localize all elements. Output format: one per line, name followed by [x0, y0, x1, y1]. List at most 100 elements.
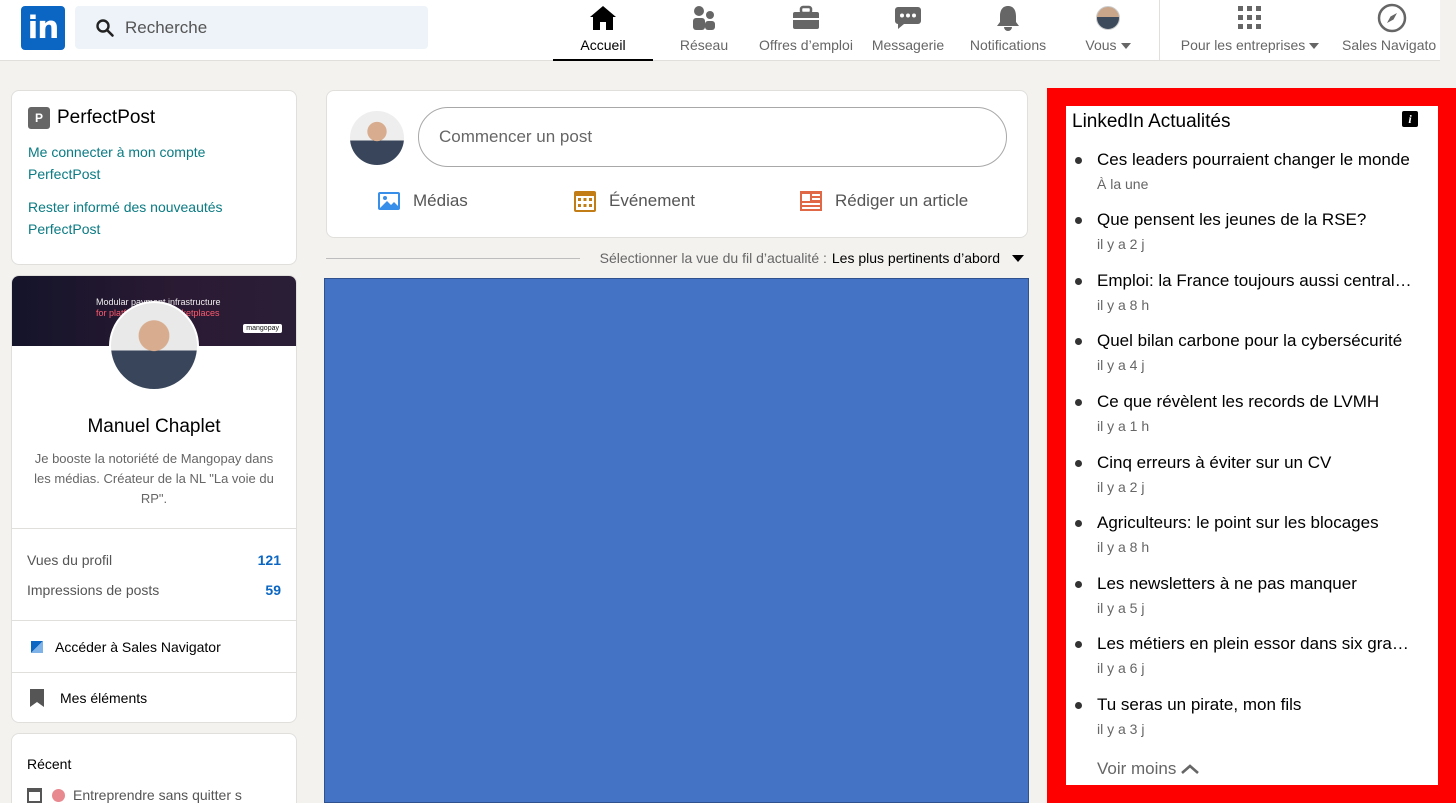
feed-sort-selector[interactable]: Sélectionner la vue du fil d’actualité :…	[326, 248, 1028, 268]
divider	[326, 257, 580, 259]
feed-sort-label: Sélectionner la vue du fil d’actualité :	[599, 250, 827, 266]
compass-icon	[1377, 3, 1407, 33]
perfectpost-login-link[interactable]: Me connecter à mon compte PerfectPost	[28, 141, 280, 185]
calendar-icon	[27, 787, 42, 803]
feed-sort-value: Les plus pertinents d’abord	[831, 250, 1000, 266]
news-headline: Les newsletters à ne pas manquer	[1097, 574, 1357, 593]
nav-for-business[interactable]: Pour les entreprises	[1172, 0, 1328, 61]
nav-home-label: Accueil	[580, 37, 626, 53]
bullet-icon	[1075, 520, 1082, 527]
stat-post-impressions[interactable]: Impressions de posts 59	[27, 582, 281, 598]
sales-navigator-icon	[31, 641, 43, 653]
share-box: Commencer un post Médias Événement Rédig…	[326, 90, 1028, 238]
apps-grid-icon	[1238, 6, 1261, 29]
chevron-up-icon	[1181, 764, 1200, 774]
my-items-link[interactable]: Mes éléments	[27, 689, 147, 707]
bullet-icon	[1075, 581, 1082, 588]
recent-card: Récent Entreprendre sans quitter s	[11, 733, 297, 803]
media-button[interactable]: Médias	[377, 189, 468, 213]
bullet-icon	[1075, 460, 1082, 467]
profile-headline: Je booste la notoriété de Mangopay dans …	[34, 451, 274, 506]
recent-item[interactable]: Entreprendre sans quitter s	[27, 787, 281, 803]
perfectpost-logo-icon: P	[28, 107, 50, 129]
news-title: LinkedIn Actualités	[1072, 111, 1231, 132]
write-article-button[interactable]: Rédiger un article	[799, 189, 968, 213]
news-headline: Que pensent les jeunes de la RSE?	[1097, 210, 1367, 229]
news-item[interactable]: Ces leaders pourraient changer le monde …	[1075, 150, 1420, 192]
divider	[12, 528, 296, 529]
perfectpost-title: PerfectPost	[57, 107, 156, 128]
bullet-icon	[1075, 157, 1082, 164]
banner-brand-tag: mangopay	[243, 324, 282, 333]
bookmark-icon	[30, 689, 44, 707]
nav-sales-navigator-label: Sales Navigato	[1342, 37, 1437, 53]
news-item[interactable]: Quel bilan carbone pour la cybersécurité…	[1075, 331, 1420, 373]
news-headline: Agriculteurs: le point sur les blocages	[1097, 513, 1379, 532]
divider	[12, 620, 296, 621]
stat-label: Vues du profil	[27, 552, 113, 568]
profile-card: Modular payment infrastructure for platf…	[11, 275, 297, 723]
news-headline: Les métiers en plein essor dans six gran…	[1097, 634, 1412, 653]
news-item[interactable]: Emploi: la France toujours aussi central…	[1075, 271, 1420, 313]
profile-name[interactable]: Manuel Chaplet	[12, 416, 296, 438]
news-item[interactable]: Que pensent les jeunes de la RSE? il y a…	[1075, 210, 1420, 252]
event-button[interactable]: Événement	[573, 189, 695, 213]
search-bar[interactable]	[75, 6, 428, 49]
event-label: Événement	[609, 191, 695, 210]
recent-title: Récent	[27, 756, 72, 772]
nav-messaging[interactable]: Messagerie	[869, 0, 947, 61]
news-headline: Cinq erreurs à éviter sur un CV	[1097, 453, 1332, 472]
nav-me[interactable]: Vous	[1078, 0, 1138, 61]
news-item[interactable]: Tu seras un pirate, mon fils il y a 3 j	[1075, 695, 1420, 737]
recent-item-label: Entreprendre sans quitter s	[73, 787, 242, 803]
redacted-feed-placeholder	[324, 278, 1029, 803]
sales-navigator-link[interactable]: Accéder à Sales Navigator	[27, 639, 221, 655]
sales-navigator-label: Accéder à Sales Navigator	[55, 639, 221, 655]
start-post-input[interactable]: Commencer un post	[418, 107, 1007, 167]
bullet-icon	[1075, 702, 1082, 709]
news-time: il y a 3 j	[1097, 721, 1145, 737]
chevron-down-icon	[1120, 43, 1131, 50]
bullet-icon	[1075, 641, 1082, 648]
bullet-icon	[1075, 217, 1082, 224]
news-time: À la une	[1097, 176, 1149, 192]
bullet-icon	[1075, 399, 1082, 406]
news-headline: Quel bilan carbone pour la cybersécurité	[1097, 331, 1403, 350]
profile-avatar[interactable]	[109, 301, 199, 391]
stat-value: 59	[265, 582, 281, 598]
stat-value: 121	[257, 552, 281, 568]
news-headline: Ces leaders pourraient changer le monde	[1097, 150, 1410, 169]
divider	[12, 672, 296, 673]
news-item[interactable]: Ce que révèlent les records de LVMH il y…	[1075, 392, 1420, 434]
news-item[interactable]: Les métiers en plein essor dans six gran…	[1075, 634, 1420, 676]
see-less-button[interactable]: Voir moins	[1097, 759, 1200, 779]
see-less-label: Voir moins	[1097, 759, 1177, 778]
news-item[interactable]: Les newsletters à ne pas manquer il y a …	[1075, 574, 1420, 616]
stat-profile-views[interactable]: Vues du profil 121	[27, 552, 281, 568]
info-icon[interactable]: i	[1402, 111, 1418, 127]
search-input[interactable]	[125, 17, 405, 38]
bullet-icon	[1075, 338, 1082, 345]
nav-network[interactable]: Réseau	[664, 0, 744, 61]
nav-jobs-label: Offres d’emploi	[759, 37, 853, 53]
nav-home[interactable]: Accueil	[553, 0, 653, 61]
linkedin-logo-icon[interactable]: in	[21, 6, 65, 50]
perfectpost-card: P PerfectPost Me connecter à mon compte …	[11, 90, 297, 265]
news-item[interactable]: Agriculteurs: le point sur les blocages …	[1075, 513, 1420, 555]
news-item[interactable]: Cinq erreurs à éviter sur un CV il y a 2…	[1075, 453, 1420, 495]
nav-sales-navigator[interactable]: Sales Navigato	[1340, 0, 1440, 61]
top-navigation-bar: in Accueil Réseau Offres d’emploi Messag…	[0, 0, 1440, 61]
nav-notifications[interactable]: Notifications	[963, 0, 1053, 61]
media-label: Médias	[413, 191, 468, 210]
network-icon	[693, 6, 715, 30]
caret-down-icon	[1012, 254, 1024, 262]
nav-for-business-label: Pour les entreprises	[1180, 37, 1306, 53]
perfectpost-news-link[interactable]: Rester informé des nouveautés PerfectPos…	[28, 196, 280, 240]
bullet-icon	[1075, 278, 1082, 285]
news-time: il y a 2 j	[1097, 236, 1145, 252]
news-time: il y a 2 j	[1097, 479, 1145, 495]
avatar[interactable]	[350, 111, 404, 165]
bell-icon	[997, 6, 1019, 31]
nav-jobs[interactable]: Offres d’emploi	[753, 0, 859, 61]
nav-network-label: Réseau	[679, 37, 729, 53]
